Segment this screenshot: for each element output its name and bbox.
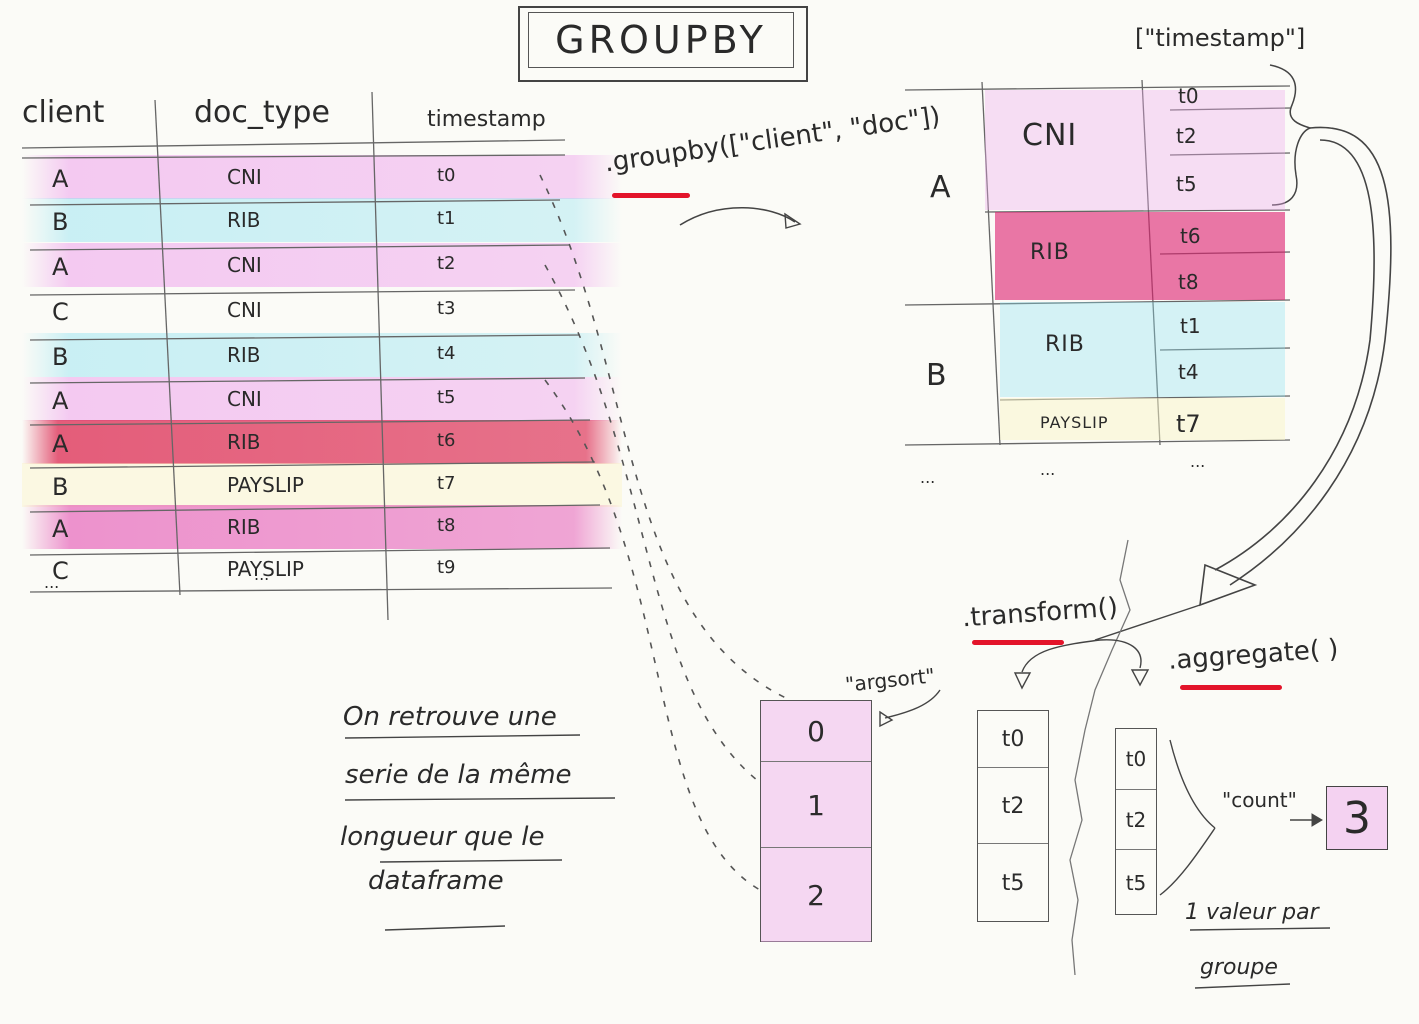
aggregate-value-0: t0 <box>1125 747 1147 771</box>
argsort-value-1: 1 <box>807 788 825 822</box>
note-left-line-3: longueur que le <box>340 822 545 852</box>
ts-A-RIB-1: t8 <box>1178 270 1199 294</box>
transform-cell-2: t5 <box>978 843 1048 922</box>
note-right-line-2: groupe <box>1200 955 1278 980</box>
argsort-cell-0: 0 <box>761 701 871 761</box>
aggregate-cell-2: t5 <box>1116 849 1156 915</box>
count-result: 3 <box>1343 792 1371 844</box>
argsort-value-0: 0 <box>807 714 825 748</box>
aggregate-cell-0: t0 <box>1116 729 1156 789</box>
aggregate-value-2: t5 <box>1125 870 1147 895</box>
groupby-underline <box>612 193 690 198</box>
count-result-box: 3 <box>1326 786 1388 850</box>
timestamp-selector: ["timestamp"] <box>1135 24 1306 52</box>
ts-B-RIB-1: t4 <box>1178 360 1199 384</box>
ts-B-PAYSLIP-0: t7 <box>1176 410 1201 438</box>
transform-underline <box>972 640 1064 645</box>
aggregate-cell-1: t2 <box>1116 789 1156 850</box>
ts-B-RIB-0: t1 <box>1180 314 1201 338</box>
transform-value-2: t5 <box>1001 870 1025 896</box>
argsort-column: 0 1 2 <box>760 700 872 942</box>
transform-column: t0 t2 t5 <box>977 710 1049 922</box>
grouped-ellipsis-right: ... <box>1190 452 1206 471</box>
note-left-line-1: On retrouve une <box>343 702 557 732</box>
count-label: "count" <box>1222 788 1297 812</box>
doc-A-RIB: RIB <box>1030 240 1070 265</box>
ts-A-CNI-2: t5 <box>1176 172 1197 196</box>
note-left-line-2: serie de la même <box>345 760 572 790</box>
doc-B-PAYSLIP: PAYSLIP <box>1040 413 1109 432</box>
doc-B-RIB: RIB <box>1045 332 1085 357</box>
group-label-A: A <box>930 170 951 205</box>
note-left-line-4: dataframe <box>368 866 504 896</box>
doc-A-CNI: CNI <box>1022 118 1078 153</box>
argsort-cell-1: 1 <box>761 761 871 848</box>
aggregate-value-1: t2 <box>1125 808 1147 832</box>
group-B-RIB-fill <box>1000 302 1285 397</box>
grouped-ellipsis-left: ... <box>920 468 936 487</box>
transform-value-1: t2 <box>1001 793 1025 819</box>
group-label-B: B <box>926 358 947 393</box>
grouped-ellipsis-mid: ... <box>1040 460 1056 479</box>
ts-A-RIB-0: t6 <box>1180 224 1201 248</box>
argsort-value-2: 2 <box>807 878 825 912</box>
note-right-line-1: 1 valeur par <box>1185 900 1319 925</box>
transform-cell-1: t2 <box>978 767 1048 844</box>
transform-cell-0: t0 <box>978 711 1048 767</box>
aggregate-underline <box>1180 685 1282 690</box>
aggregate-column: t0 t2 t5 <box>1115 728 1157 915</box>
transform-value-0: t0 <box>1001 726 1025 752</box>
ts-A-CNI-0: t0 <box>1178 84 1199 108</box>
argsort-cell-2: 2 <box>761 847 871 942</box>
ts-A-CNI-1: t2 <box>1176 124 1197 148</box>
